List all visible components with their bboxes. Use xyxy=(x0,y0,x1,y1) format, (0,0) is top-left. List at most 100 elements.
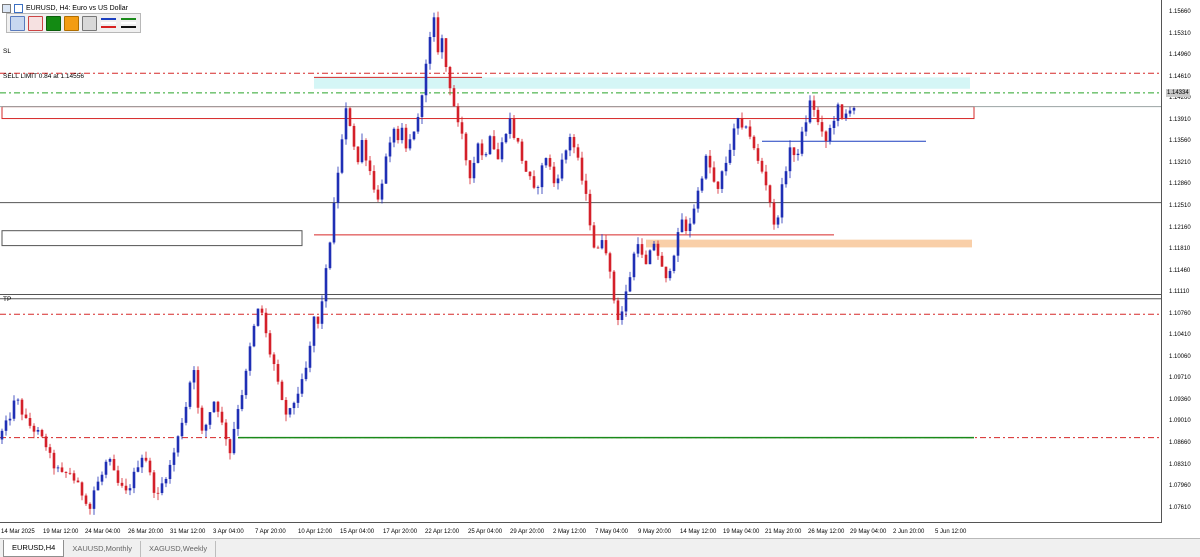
candle-body xyxy=(684,219,688,232)
candle-body xyxy=(776,217,780,225)
candle-body xyxy=(264,312,268,334)
tab-xagusd-weekly[interactable]: XAGUSD,Weekly xyxy=(141,541,217,557)
candle-body xyxy=(220,411,224,423)
current-price-badge: 1.14334 xyxy=(1166,89,1190,97)
time-tick-label: 2 Jun 20:00 xyxy=(893,529,925,535)
candle-body xyxy=(564,150,568,160)
price-tick-label: 1.12160 xyxy=(1169,224,1191,231)
candle-body xyxy=(484,154,488,156)
price-tick-label: 1.14610 xyxy=(1169,73,1191,80)
candle-body xyxy=(656,243,660,256)
candle-body xyxy=(560,159,564,179)
price-axis[interactable]: 1.15660 1.15310 1.14960 1.14610 1.14260 1.139… xyxy=(1162,0,1200,523)
time-tick-label: 19 Mar 12:00 xyxy=(43,529,79,535)
chart-tabs: EURUSD,H4 XAUUSD,Monthly XAGUSD,Weekly xyxy=(0,538,1200,557)
candle-body xyxy=(780,184,784,218)
candle-body xyxy=(400,127,404,141)
candle-body xyxy=(24,414,28,419)
candle-body xyxy=(588,193,592,226)
candle-body xyxy=(336,172,340,203)
candle-body xyxy=(604,240,608,254)
candle-body xyxy=(788,147,792,172)
tab-xauusd-monthly[interactable]: XAUUSD,Monthly xyxy=(64,541,141,557)
drawing-toolbar xyxy=(6,13,141,33)
checkbox-icon[interactable] xyxy=(14,3,23,13)
candle-body xyxy=(548,158,552,167)
candle-body xyxy=(616,300,620,320)
time-axis[interactable]: 14 Mar 2025 19 Mar 12:00 24 Mar 04:00 26 Ma… xyxy=(0,523,1162,538)
price-tick-label: 1.09710 xyxy=(1169,375,1191,382)
price-tick-label: 1.07960 xyxy=(1169,483,1191,490)
candle-body xyxy=(820,122,824,132)
candle-body xyxy=(596,247,600,249)
time-tick-label: 25 Apr 04:00 xyxy=(468,529,503,535)
candle-body xyxy=(420,95,424,117)
candle-body xyxy=(652,243,656,251)
candle-body xyxy=(612,271,616,301)
candle-body xyxy=(700,178,704,191)
candle-body xyxy=(308,345,312,368)
candle-body xyxy=(556,178,560,184)
candle-body xyxy=(208,412,212,425)
price-tick-label: 1.10410 xyxy=(1169,332,1191,339)
candle-body xyxy=(296,393,300,403)
candle-body xyxy=(680,219,684,233)
candle-body xyxy=(712,167,716,182)
candle-body xyxy=(172,452,176,465)
candle-body xyxy=(228,439,232,454)
green-square-icon[interactable] xyxy=(46,15,61,31)
price-tick-label: 1.12510 xyxy=(1169,202,1191,209)
candle-body xyxy=(628,277,632,292)
candle-body xyxy=(260,308,264,313)
candle-body xyxy=(284,400,288,415)
price-tick-label: 1.11110 xyxy=(1169,289,1190,296)
candle-body xyxy=(752,136,756,149)
candle-body xyxy=(332,202,336,243)
price-tick-label: 1.07610 xyxy=(1169,504,1191,511)
candle-body xyxy=(504,133,508,143)
candle-body xyxy=(128,488,132,491)
candle-body xyxy=(52,452,56,469)
candle-body xyxy=(144,457,148,461)
candle-body xyxy=(636,244,640,254)
candle-body xyxy=(268,333,272,355)
time-tick-label: 7 May 04:00 xyxy=(595,529,629,535)
candle-body xyxy=(328,242,332,269)
sell-zone xyxy=(314,77,970,89)
blue-red-lines-icon[interactable] xyxy=(100,16,117,31)
tab-eurusd-h4[interactable]: EURUSD,H4 xyxy=(3,540,65,557)
candle-body xyxy=(764,171,768,186)
demand-zone xyxy=(646,239,972,248)
candle-body xyxy=(532,176,536,188)
candle-body xyxy=(404,127,408,149)
gray-square-icon[interactable] xyxy=(82,15,97,31)
candle-body xyxy=(760,160,764,172)
candle-body xyxy=(388,142,392,157)
chart-window[interactable]: EURUSD, H4: Euro vs US Dollar SL SELL LI… xyxy=(0,0,1200,538)
candle-body xyxy=(696,190,700,209)
candle-body xyxy=(568,137,572,151)
candle-body xyxy=(720,171,724,189)
candle-body xyxy=(256,308,260,326)
red-outline-square-icon[interactable] xyxy=(28,15,43,31)
gray-box xyxy=(1,230,303,247)
candle-body xyxy=(112,458,116,471)
candle-body xyxy=(148,460,152,473)
time-tick-label: 22 Apr 12:00 xyxy=(425,529,460,535)
price-chart[interactable] xyxy=(0,0,1162,523)
candle-body xyxy=(744,126,748,128)
blue-square-icon[interactable] xyxy=(10,15,25,31)
green-black-lines-icon[interactable] xyxy=(120,16,137,31)
candle-body xyxy=(668,271,672,279)
candle-body xyxy=(236,409,240,429)
candle-body xyxy=(472,162,476,179)
price-tick-label: 1.14960 xyxy=(1169,52,1191,59)
candle-body xyxy=(312,316,316,346)
candle-body xyxy=(376,189,380,200)
candle-body xyxy=(432,17,436,38)
candle-body xyxy=(844,113,848,118)
orange-square-icon[interactable] xyxy=(64,15,79,31)
candle-body xyxy=(512,118,516,138)
time-tick-label: 3 Apr 04:00 xyxy=(213,529,244,535)
candle-body xyxy=(592,225,596,248)
